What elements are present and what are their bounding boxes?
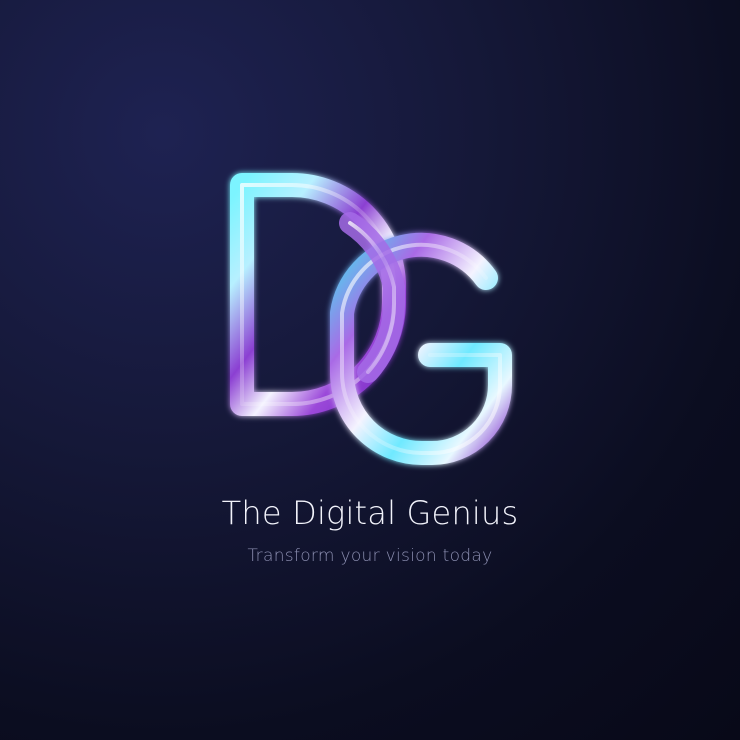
- dg-monogram-svg: [230, 173, 512, 465]
- dg-monogram-logo: [200, 160, 540, 490]
- letter-g-shape: [330, 232, 512, 465]
- logo-canvas: The Digital Genius Transform your vision…: [0, 0, 740, 740]
- brand-name: The Digital Genius: [221, 494, 519, 532]
- brand-tagline: Transform your vision today: [247, 546, 493, 566]
